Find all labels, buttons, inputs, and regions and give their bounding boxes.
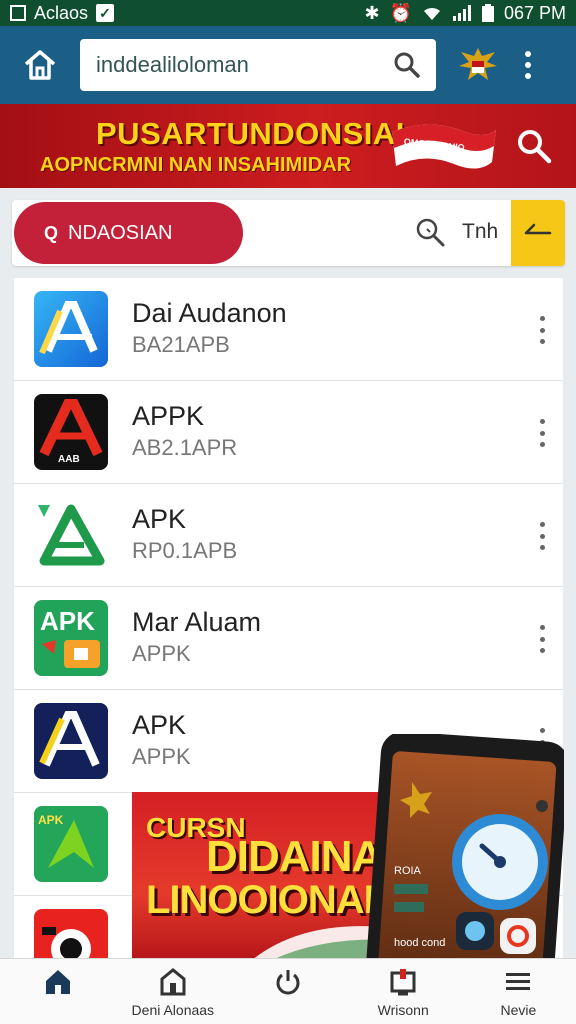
bottom-navigation: Deni Alonaas Wrisonn Nevie <box>0 958 576 1024</box>
status-time: 067 PM <box>503 2 566 23</box>
nav-menu[interactable]: Nevie <box>461 959 576 1024</box>
search-icon[interactable] <box>390 48 424 82</box>
chip-label: NDAOSIAN <box>68 221 173 244</box>
category-chip[interactable]: Q NDAOSIAN <box>14 202 243 264</box>
arrow-left-icon <box>524 223 552 235</box>
home-icon <box>24 50 56 80</box>
app-row[interactable]: APK RP0.1APB <box>14 484 563 587</box>
nav-label: Nevie <box>500 1001 537 1018</box>
green-arrow-icon: APK <box>34 806 108 882</box>
row-overflow-button[interactable] <box>537 625 547 653</box>
overflow-menu-button[interactable] <box>512 39 544 91</box>
row-overflow-button[interactable] <box>537 522 547 550</box>
bluetooth-icon: ✱ <box>364 2 380 23</box>
checkbox-notification-icon: ✓ <box>96 4 115 22</box>
app-title: APK <box>132 710 187 740</box>
nav-home[interactable] <box>0 959 115 1024</box>
chip-icon: Q <box>44 222 59 243</box>
icon-caption: APK <box>38 813 64 827</box>
home-button[interactable] <box>14 39 66 91</box>
app-row[interactable]: AAB APPK AB2.1APR <box>14 381 563 484</box>
nav-label: Deni Alonaas <box>131 1001 215 1018</box>
green-triangle-icon <box>34 497 108 573</box>
signal-icon <box>452 5 471 21</box>
filter-search-icon[interactable] <box>414 216 446 248</box>
nav-building[interactable]: Deni Alonaas <box>115 959 230 1024</box>
app-subtitle: BA21APB <box>132 332 230 357</box>
app-subtitle: APPK <box>132 744 191 769</box>
row-overflow-button[interactable] <box>537 316 547 344</box>
phone-caption: ROIA <box>394 865 422 877</box>
nav-box[interactable]: Wrisonn <box>346 959 461 1024</box>
search-input[interactable] <box>96 52 390 78</box>
alarm-icon: ⏰ <box>389 2 412 23</box>
app-subtitle: AB2.1APR <box>132 435 238 460</box>
row-overflow-button[interactable] <box>537 419 547 447</box>
app-subtitle: APPK <box>132 641 191 666</box>
search-field[interactable] <box>80 39 436 91</box>
building-icon <box>157 966 189 998</box>
app-title: APPK <box>132 401 205 431</box>
box-icon <box>387 966 419 998</box>
top-app-bar <box>0 26 576 104</box>
filter-bar: Q NDAOSIAN Tnh <box>12 200 565 266</box>
garuda-emblem-icon <box>452 39 504 91</box>
app-row[interactable]: APK Mar Aluam APPK <box>14 587 563 690</box>
app-store-a-icon <box>34 291 108 367</box>
back-button[interactable] <box>511 200 565 266</box>
menu-icon <box>502 966 534 998</box>
navy-a-icon <box>34 703 108 779</box>
app-title: Mar Aluam <box>132 607 262 637</box>
banner-search-icon[interactable] <box>514 126 554 166</box>
red-a-icon: AAB <box>34 394 108 470</box>
banner-subtitle: AOPNCRMNI NAN INSAHIMIDAR <box>40 154 352 176</box>
icon-caption: AAB <box>58 454 80 465</box>
status-app-name: Aclaos <box>34 2 89 23</box>
banner-title: PUSARTUNDONSIAI <box>96 116 405 151</box>
battery-icon <box>481 4 494 22</box>
hero-banner[interactable]: PUSARTUNDONSIAI AOPNCRMNI NAN INSAHIMIDA… <box>0 104 576 188</box>
app-title: Dai Audanon <box>132 298 287 328</box>
image-notification-icon <box>10 5 26 21</box>
app-row[interactable]: Dai Audanon BA21APB <box>14 278 563 381</box>
icon-caption: APK <box>40 606 95 636</box>
nav-power[interactable] <box>230 959 345 1024</box>
status-bar: Aclaos ✓ ✱ ⏰ 067 PM <box>0 0 576 26</box>
phone-mockup: ROIA hood cond <box>365 734 564 984</box>
phone-footer-text: hood cond <box>394 937 445 949</box>
promo-headline-2: LINOOIONAN <box>146 878 393 922</box>
app-title: APK <box>132 504 187 534</box>
apk-tag-icon: APK <box>34 600 108 676</box>
filter-search-text[interactable]: Tnh <box>462 220 498 244</box>
power-icon <box>272 966 304 998</box>
app-subtitle: RP0.1APB <box>132 538 238 563</box>
home-icon <box>42 966 74 998</box>
wifi-icon <box>423 7 440 21</box>
flag-ribbon-icon: OMOIOOOHIO <box>392 124 496 169</box>
nav-label: Wrisonn <box>377 1001 429 1018</box>
